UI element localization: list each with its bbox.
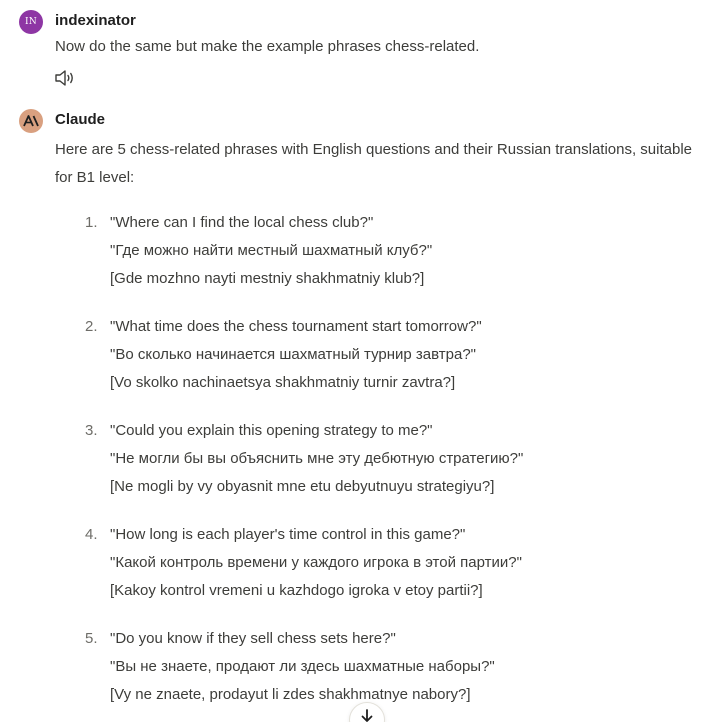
phrase-english: "Do you know if they sell chess sets her… xyxy=(110,630,396,647)
phrase-russian: "Где можно найти местный шахматный клуб?… xyxy=(110,242,433,259)
user-message: Now do the same but make the example phr… xyxy=(55,38,480,55)
phrase-number: 2. xyxy=(85,318,98,335)
phrase-russian: "Не могли бы вы объяснить мне эту дебютн… xyxy=(110,450,524,467)
arrow-down-icon xyxy=(361,709,373,722)
phrase-list: 1. "Where can I find the local chess clu… xyxy=(55,209,695,722)
phrase-english: "How long is each player's time control … xyxy=(110,526,466,543)
phrase-item: 2. "What time does the chess tournament … xyxy=(55,313,695,417)
phrase-item: 3. "Could you explain this opening strat… xyxy=(55,417,695,521)
phrase-english: "Could you explain this opening strategy… xyxy=(110,422,433,439)
claude-avatar xyxy=(19,109,43,133)
phrase-russian: "Во сколько начинается шахматный турнир … xyxy=(110,346,476,363)
phrase-transliteration: [Gde mozhno nayti mestniy shakhmatniy kl… xyxy=(110,270,425,287)
phrase-number: 3. xyxy=(85,422,98,439)
phrase-item: 4. "How long is each player's time contr… xyxy=(55,521,695,625)
chat-view: IN indexinator Now do the same but make … xyxy=(0,0,712,722)
assistant-intro: Here are 5 chess-related phrases with En… xyxy=(55,141,693,186)
assistant-name: Claude xyxy=(55,111,106,128)
phrase-item: 1. "Where can I find the local chess clu… xyxy=(55,209,695,313)
speaker-icon[interactable] xyxy=(54,69,76,87)
phrase-english: "What time does the chess tournament sta… xyxy=(110,318,482,335)
phrase-transliteration: [Vo skolko nachinaetsya shakhmatniy turn… xyxy=(110,374,456,391)
user-name: indexinator xyxy=(55,12,136,29)
phrase-transliteration: [Ne mogli by vy obyasnit mne etu debyutn… xyxy=(110,478,495,495)
phrase-transliteration: [Vy ne znaete, prodayut li zdes shakhmat… xyxy=(110,686,471,703)
phrase-number: 5. xyxy=(85,630,98,647)
phrase-number: 4. xyxy=(85,526,98,543)
phrase-russian: "Какой контроль времени у каждого игрока… xyxy=(110,554,522,571)
user-avatar-initials: IN xyxy=(24,17,38,27)
phrase-number: 1. xyxy=(85,214,98,231)
claude-logo-icon xyxy=(23,115,39,127)
phrase-english: "Where can I find the local chess club?" xyxy=(110,214,374,231)
user-avatar: IN xyxy=(19,10,43,34)
phrase-russian: "Вы не знаете, продают ли здесь шахматны… xyxy=(110,658,495,675)
phrase-transliteration: [Kakoy kontrol vremeni u kazhdogo igroka… xyxy=(110,582,483,599)
